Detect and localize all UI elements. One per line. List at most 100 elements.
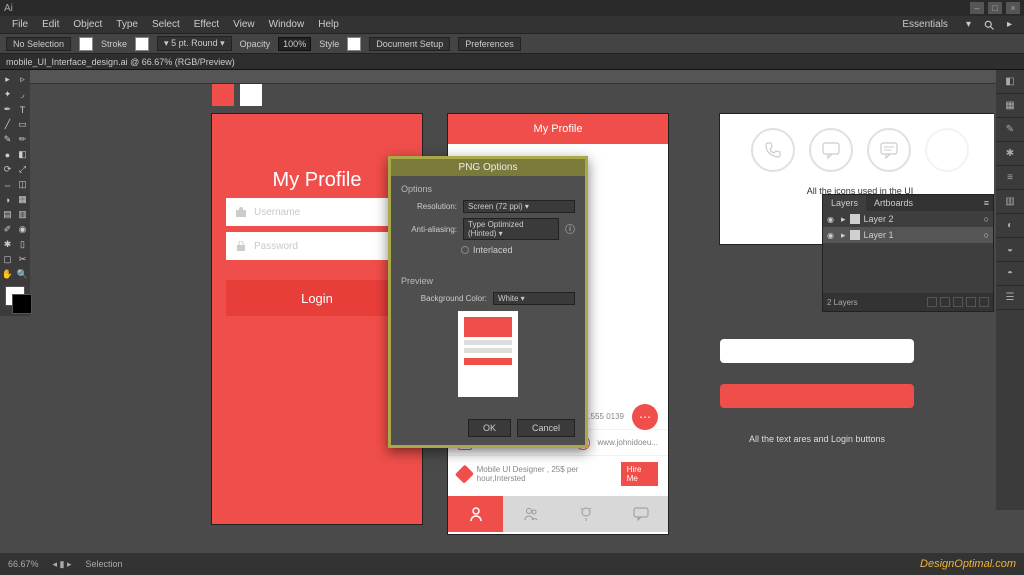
stroke-swatch[interactable] — [135, 37, 149, 51]
transparency-panel-icon[interactable]: ◐ — [996, 214, 1024, 238]
menu-window[interactable]: Window — [263, 17, 311, 32]
delete-layer-icon[interactable] — [979, 297, 989, 307]
stroke-color[interactable] — [12, 294, 32, 314]
target-icon[interactable]: ○ — [984, 230, 989, 240]
new-sublayer-icon[interactable] — [953, 297, 963, 307]
blend-tool[interactable]: ◉ — [15, 222, 30, 237]
color-panel-icon[interactable]: ◧ — [996, 70, 1024, 94]
new-layer-icon[interactable] — [966, 297, 976, 307]
chevron-down-icon[interactable]: ▾ — [960, 17, 977, 32]
tab-profile[interactable] — [448, 496, 503, 532]
layers-panel-icon[interactable]: ☰ — [996, 286, 1024, 310]
tab-people[interactable] — [503, 496, 558, 532]
slice-tool[interactable]: ✂ — [15, 252, 30, 267]
document-setup-button[interactable]: Document Setup — [369, 37, 450, 51]
swatch-red[interactable] — [212, 84, 234, 106]
layer-row-2[interactable]: ◉ ▸ Layer 2 ○ — [823, 211, 993, 227]
clip-mask-icon[interactable] — [940, 297, 950, 307]
resolution-select[interactable]: Screen (72 ppi) ▾ — [463, 200, 575, 213]
cancel-button[interactable]: Cancel — [517, 419, 575, 437]
menu-object[interactable]: Object — [67, 17, 108, 32]
menu-select[interactable]: Select — [146, 17, 186, 32]
graph-tool[interactable]: ▯ — [15, 237, 30, 252]
expand-icon[interactable]: ▸ — [841, 214, 846, 225]
menu-view[interactable]: View — [227, 17, 261, 32]
target-icon[interactable]: ○ — [984, 214, 989, 224]
dock-collapse-icon[interactable]: ▸ — [1001, 17, 1018, 32]
tab-ideas[interactable] — [558, 496, 613, 532]
selection-tool[interactable]: ▸ — [0, 72, 15, 87]
preferences-button[interactable]: Preferences — [458, 37, 521, 51]
menu-help[interactable]: Help — [312, 17, 345, 32]
style-swatch[interactable] — [347, 37, 361, 51]
lasso-tool[interactable]: ◞ — [15, 87, 30, 102]
gradient-panel-icon[interactable]: ▥ — [996, 190, 1024, 214]
scale-tool[interactable]: ⤢ — [15, 162, 30, 177]
layers-tab[interactable]: Layers — [823, 195, 866, 211]
swatch-white[interactable] — [240, 84, 262, 106]
username-field[interactable]: Username — [226, 198, 408, 226]
bgcolor-select[interactable]: White ▾ — [493, 292, 575, 305]
sample-textfield[interactable] — [720, 339, 914, 363]
interlaced-radio[interactable] — [461, 246, 469, 254]
locate-layer-icon[interactable] — [927, 297, 937, 307]
shape-builder-tool[interactable]: ◑ — [0, 192, 15, 207]
eyedropper-tool[interactable]: ✐ — [0, 222, 15, 237]
width-tool[interactable]: ⇔ — [0, 177, 15, 192]
paintbrush-tool[interactable]: ✎ — [0, 132, 15, 147]
pencil-tool[interactable]: ✏ — [15, 132, 30, 147]
visibility-toggle[interactable]: ◉ — [827, 215, 837, 224]
type-tool[interactable]: T — [15, 102, 30, 117]
stroke-panel-icon[interactable]: ≡ — [996, 166, 1024, 190]
rotate-tool[interactable]: ⟳ — [0, 162, 15, 177]
zoom-level[interactable]: 66.67% — [8, 559, 39, 569]
perspective-tool[interactable]: ▦ — [15, 192, 30, 207]
menu-type[interactable]: Type — [110, 17, 144, 32]
tab-chat[interactable] — [613, 496, 668, 532]
magic-wand-tool[interactable]: ✦ — [0, 87, 15, 102]
panel-menu-icon[interactable]: ≡ — [980, 195, 993, 211]
more-fab[interactable]: ⋯ — [632, 404, 658, 430]
hand-tool[interactable]: ✋ — [0, 267, 15, 282]
ok-button[interactable]: OK — [468, 419, 511, 437]
symbol-sprayer-tool[interactable]: ✱ — [0, 237, 15, 252]
expand-icon[interactable]: ▸ — [841, 230, 846, 241]
artboard-tool[interactable]: ▢ — [0, 252, 15, 267]
hire-button[interactable]: Hire Me — [621, 462, 658, 486]
line-tool[interactable]: ╱ — [0, 117, 15, 132]
password-field[interactable]: Password — [226, 232, 408, 260]
fill-swatch[interactable] — [79, 37, 93, 51]
opacity-input[interactable]: 100% — [278, 37, 311, 51]
maximize-button[interactable]: □ — [988, 2, 1002, 14]
close-button[interactable]: × — [1006, 2, 1020, 14]
free-transform-tool[interactable]: ◫ — [15, 177, 30, 192]
direct-selection-tool[interactable]: ▹ — [15, 72, 30, 87]
layer-row-1[interactable]: ◉ ▸ Layer 1 ○ — [823, 227, 993, 243]
search-icon[interactable] — [983, 19, 995, 31]
antialiasing-select[interactable]: Type Optimized (Hinted) ▾ — [463, 218, 559, 240]
swatches-panel-icon[interactable]: ▦ — [996, 94, 1024, 118]
menu-effect[interactable]: Effect — [188, 17, 225, 32]
workspace-switcher[interactable]: Essentials — [896, 17, 954, 32]
sample-login-button[interactable] — [720, 384, 914, 408]
minimize-button[interactable]: – — [970, 2, 984, 14]
document-tab[interactable]: mobile_UI_Interface_design.ai @ 66.67% (… — [0, 54, 1024, 70]
visibility-toggle[interactable]: ◉ — [827, 231, 837, 240]
symbols-panel-icon[interactable]: ✱ — [996, 142, 1024, 166]
blob-brush-tool[interactable]: ● — [0, 147, 15, 162]
zoom-tool[interactable]: 🔍 — [15, 267, 30, 282]
info-icon[interactable]: i — [565, 224, 575, 234]
appearance-panel-icon[interactable]: ◒ — [996, 238, 1024, 262]
mesh-tool[interactable]: ▤ — [0, 207, 15, 222]
rectangle-tool[interactable]: ▭ — [15, 117, 30, 132]
eraser-tool[interactable]: ◧ — [15, 147, 30, 162]
gradient-tool[interactable]: ▥ — [15, 207, 30, 222]
nav-icons[interactable]: ◂ ▮ ▸ — [53, 559, 72, 570]
artboards-tab[interactable]: Artboards — [866, 195, 921, 211]
login-button[interactable]: Login — [226, 280, 408, 316]
graphic-styles-panel-icon[interactable]: ◓ — [996, 262, 1024, 286]
stroke-weight[interactable]: ▾ 5 pt. Round ▾ — [157, 36, 232, 51]
brushes-panel-icon[interactable]: ✎ — [996, 118, 1024, 142]
menu-edit[interactable]: Edit — [36, 17, 65, 32]
pen-tool[interactable]: ✒ — [0, 102, 15, 117]
